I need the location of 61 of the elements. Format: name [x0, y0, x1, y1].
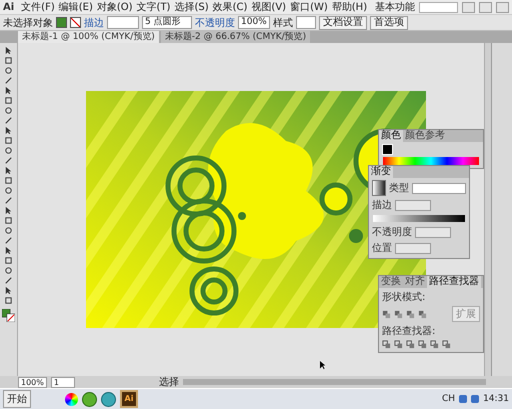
panel-tab[interactable]: 渐变 — [369, 166, 393, 178]
type-label: 类型 — [389, 182, 409, 195]
cursor-icon — [320, 361, 326, 370]
menu-item[interactable]: 效果(C) — [212, 0, 248, 14]
menu-item[interactable]: 帮助(H) — [332, 0, 368, 14]
panel-tab[interactable]: 对齐 — [403, 276, 427, 288]
input-field[interactable] — [415, 226, 451, 238]
menu-item[interactable]: 对象(O) — [96, 0, 133, 14]
app-logo: Ai — [3, 2, 14, 12]
vertical-scrollbar[interactable] — [484, 43, 491, 376]
panel-tab[interactable]: 颜色 — [379, 130, 403, 142]
selection-label: 未选择对象 — [3, 16, 53, 30]
panel-tab[interactable]: 变换 — [379, 276, 403, 288]
workspace-switcher[interactable]: 基本功能 — [375, 0, 416, 14]
selection-arrow-icon[interactable] — [4, 46, 13, 55]
brush-dropdown[interactable]: 5 点圆形 — [142, 16, 192, 29]
field-label: 位置 — [372, 242, 392, 255]
gradient-strip[interactable] — [373, 215, 465, 222]
type-dropdown[interactable] — [412, 182, 466, 194]
panel-tab[interactable]: 颜色参考 — [403, 130, 447, 142]
search-field[interactable] — [419, 2, 458, 12]
app-icon[interactable] — [101, 392, 116, 406]
menu-item[interactable]: 编辑(E) — [58, 0, 93, 14]
illustrator-taskbar-button[interactable]: Ai — [120, 390, 138, 408]
document-tab[interactable]: 未标题-1 @ 100% (CMYK/预览) — [18, 31, 159, 43]
stroke-label[interactable]: 描边 — [84, 16, 104, 30]
field-label: 不透明度 — [372, 226, 412, 239]
menu-item[interactable]: 视图(V) — [251, 0, 286, 14]
page-dropdown[interactable]: 1 — [50, 376, 75, 388]
menu-item[interactable]: 文字(T) — [136, 0, 170, 14]
style-dropdown[interactable] — [296, 16, 316, 29]
shape-modes-label: 形状模式: — [381, 290, 426, 304]
opacity-label[interactable]: 不透明度 — [195, 16, 235, 30]
stroke-options-field[interactable] — [395, 200, 431, 210]
clock: 14:31 — [483, 394, 509, 404]
menu-item[interactable]: 窗口(W) — [290, 0, 328, 14]
fill-swatch[interactable] — [56, 17, 67, 28]
status-text: 选择 — [158, 376, 179, 389]
app-icon[interactable] — [82, 392, 97, 406]
menu-item[interactable]: 文件(F) — [21, 0, 55, 14]
color-swatch-icon[interactable] — [382, 144, 393, 155]
input-field[interactable] — [395, 242, 431, 254]
stroke-swatch[interactable] — [70, 17, 81, 28]
stroke-weight-dropdown[interactable] — [107, 16, 139, 29]
gradient-preview[interactable] — [372, 180, 386, 196]
toolbar-button[interactable]: 文档设置 — [319, 16, 367, 30]
zoom-dropdown[interactable]: 100% — [18, 376, 47, 388]
stroke-label: 描边 — [372, 198, 392, 212]
horizontal-scrollbar[interactable] — [182, 379, 486, 385]
opacity-field[interactable]: 100% — [238, 16, 270, 29]
start-button[interactable]: 开始 — [3, 390, 31, 408]
panel-tab[interactable]: 路径查找器 — [427, 276, 481, 288]
language-indicator[interactable]: CH — [442, 394, 456, 404]
color-wheel-app-icon[interactable] — [65, 392, 78, 406]
spectrum-bar[interactable] — [383, 157, 479, 165]
toolbar-button[interactable]: 首选项 — [370, 16, 408, 30]
pathfinders-label: 路径查找器: — [381, 324, 436, 338]
style-label: 样式 — [273, 16, 293, 30]
fill-stroke-icon[interactable] — [2, 309, 15, 322]
menu-item[interactable]: 选择(S) — [174, 0, 209, 14]
document-tab[interactable]: 未标题-2 @ 66.67% (CMYK/预览) — [160, 31, 310, 43]
